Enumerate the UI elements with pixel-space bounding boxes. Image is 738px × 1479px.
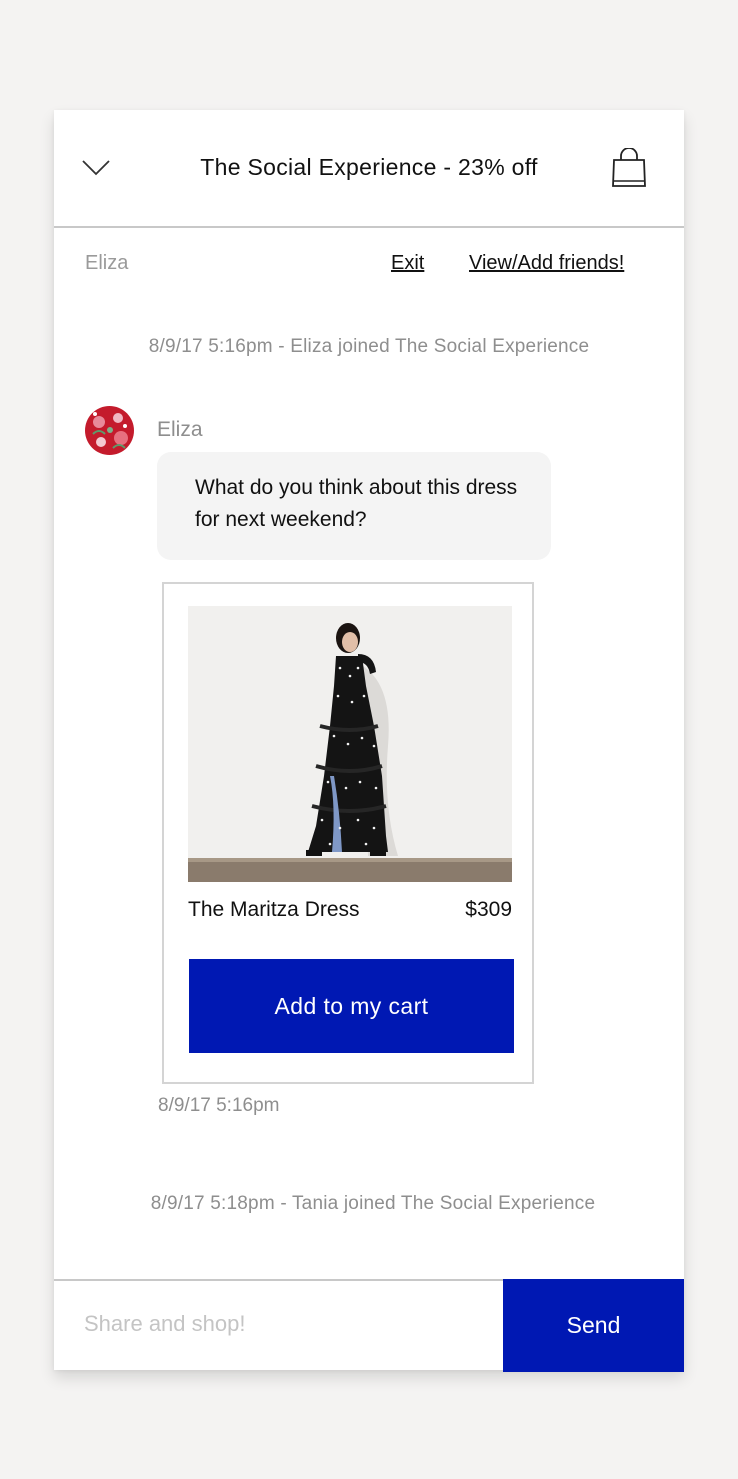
shopping-bag-button[interactable] bbox=[610, 147, 648, 190]
send-button[interactable]: Send bbox=[503, 1279, 684, 1372]
chat-header: The Social Experience - 23% off bbox=[54, 110, 684, 228]
system-message-joined: 8/9/17 5:18pm - Tania joined The Social … bbox=[150, 1193, 596, 1214]
avatar[interactable] bbox=[85, 406, 134, 455]
avatar-floral-image bbox=[85, 406, 134, 455]
chat-bubble-text: What do you think about this dress for n… bbox=[195, 472, 575, 536]
message-timestamp: 8/9/17 5:16pm bbox=[158, 1095, 280, 1116]
product-card[interactable]: The Maritza Dress $309 Add to my cart bbox=[162, 582, 534, 1084]
sender-name: Eliza bbox=[157, 418, 203, 441]
chat-bubble-line: for next weekend? bbox=[195, 508, 367, 531]
product-name: The Maritza Dress bbox=[188, 898, 360, 921]
header-title: The Social Experience - 23% off bbox=[200, 154, 538, 180]
shopping-bag-icon bbox=[612, 147, 646, 187]
exit-link[interactable]: Exit bbox=[391, 252, 424, 275]
view-add-friends-link[interactable]: View/Add friends! bbox=[469, 252, 624, 275]
dress-model-image bbox=[188, 606, 512, 882]
current-user-label: Eliza bbox=[85, 252, 129, 274]
product-price: $309 bbox=[465, 898, 512, 921]
product-image[interactable] bbox=[188, 606, 512, 882]
chat-panel: The Social Experience - 23% off Eliza Ex… bbox=[54, 110, 684, 1372]
system-message-joined: 8/9/17 5:16pm - Eliza joined The Social … bbox=[148, 336, 590, 357]
message-composer: Send bbox=[54, 1279, 684, 1372]
chat-bubble-line: What do you think about this dress bbox=[195, 476, 518, 499]
message-input[interactable] bbox=[84, 1311, 484, 1337]
chat-bubble: What do you think about this dress for n… bbox=[157, 452, 551, 560]
add-to-cart-button[interactable]: Add to my cart bbox=[189, 959, 514, 1053]
